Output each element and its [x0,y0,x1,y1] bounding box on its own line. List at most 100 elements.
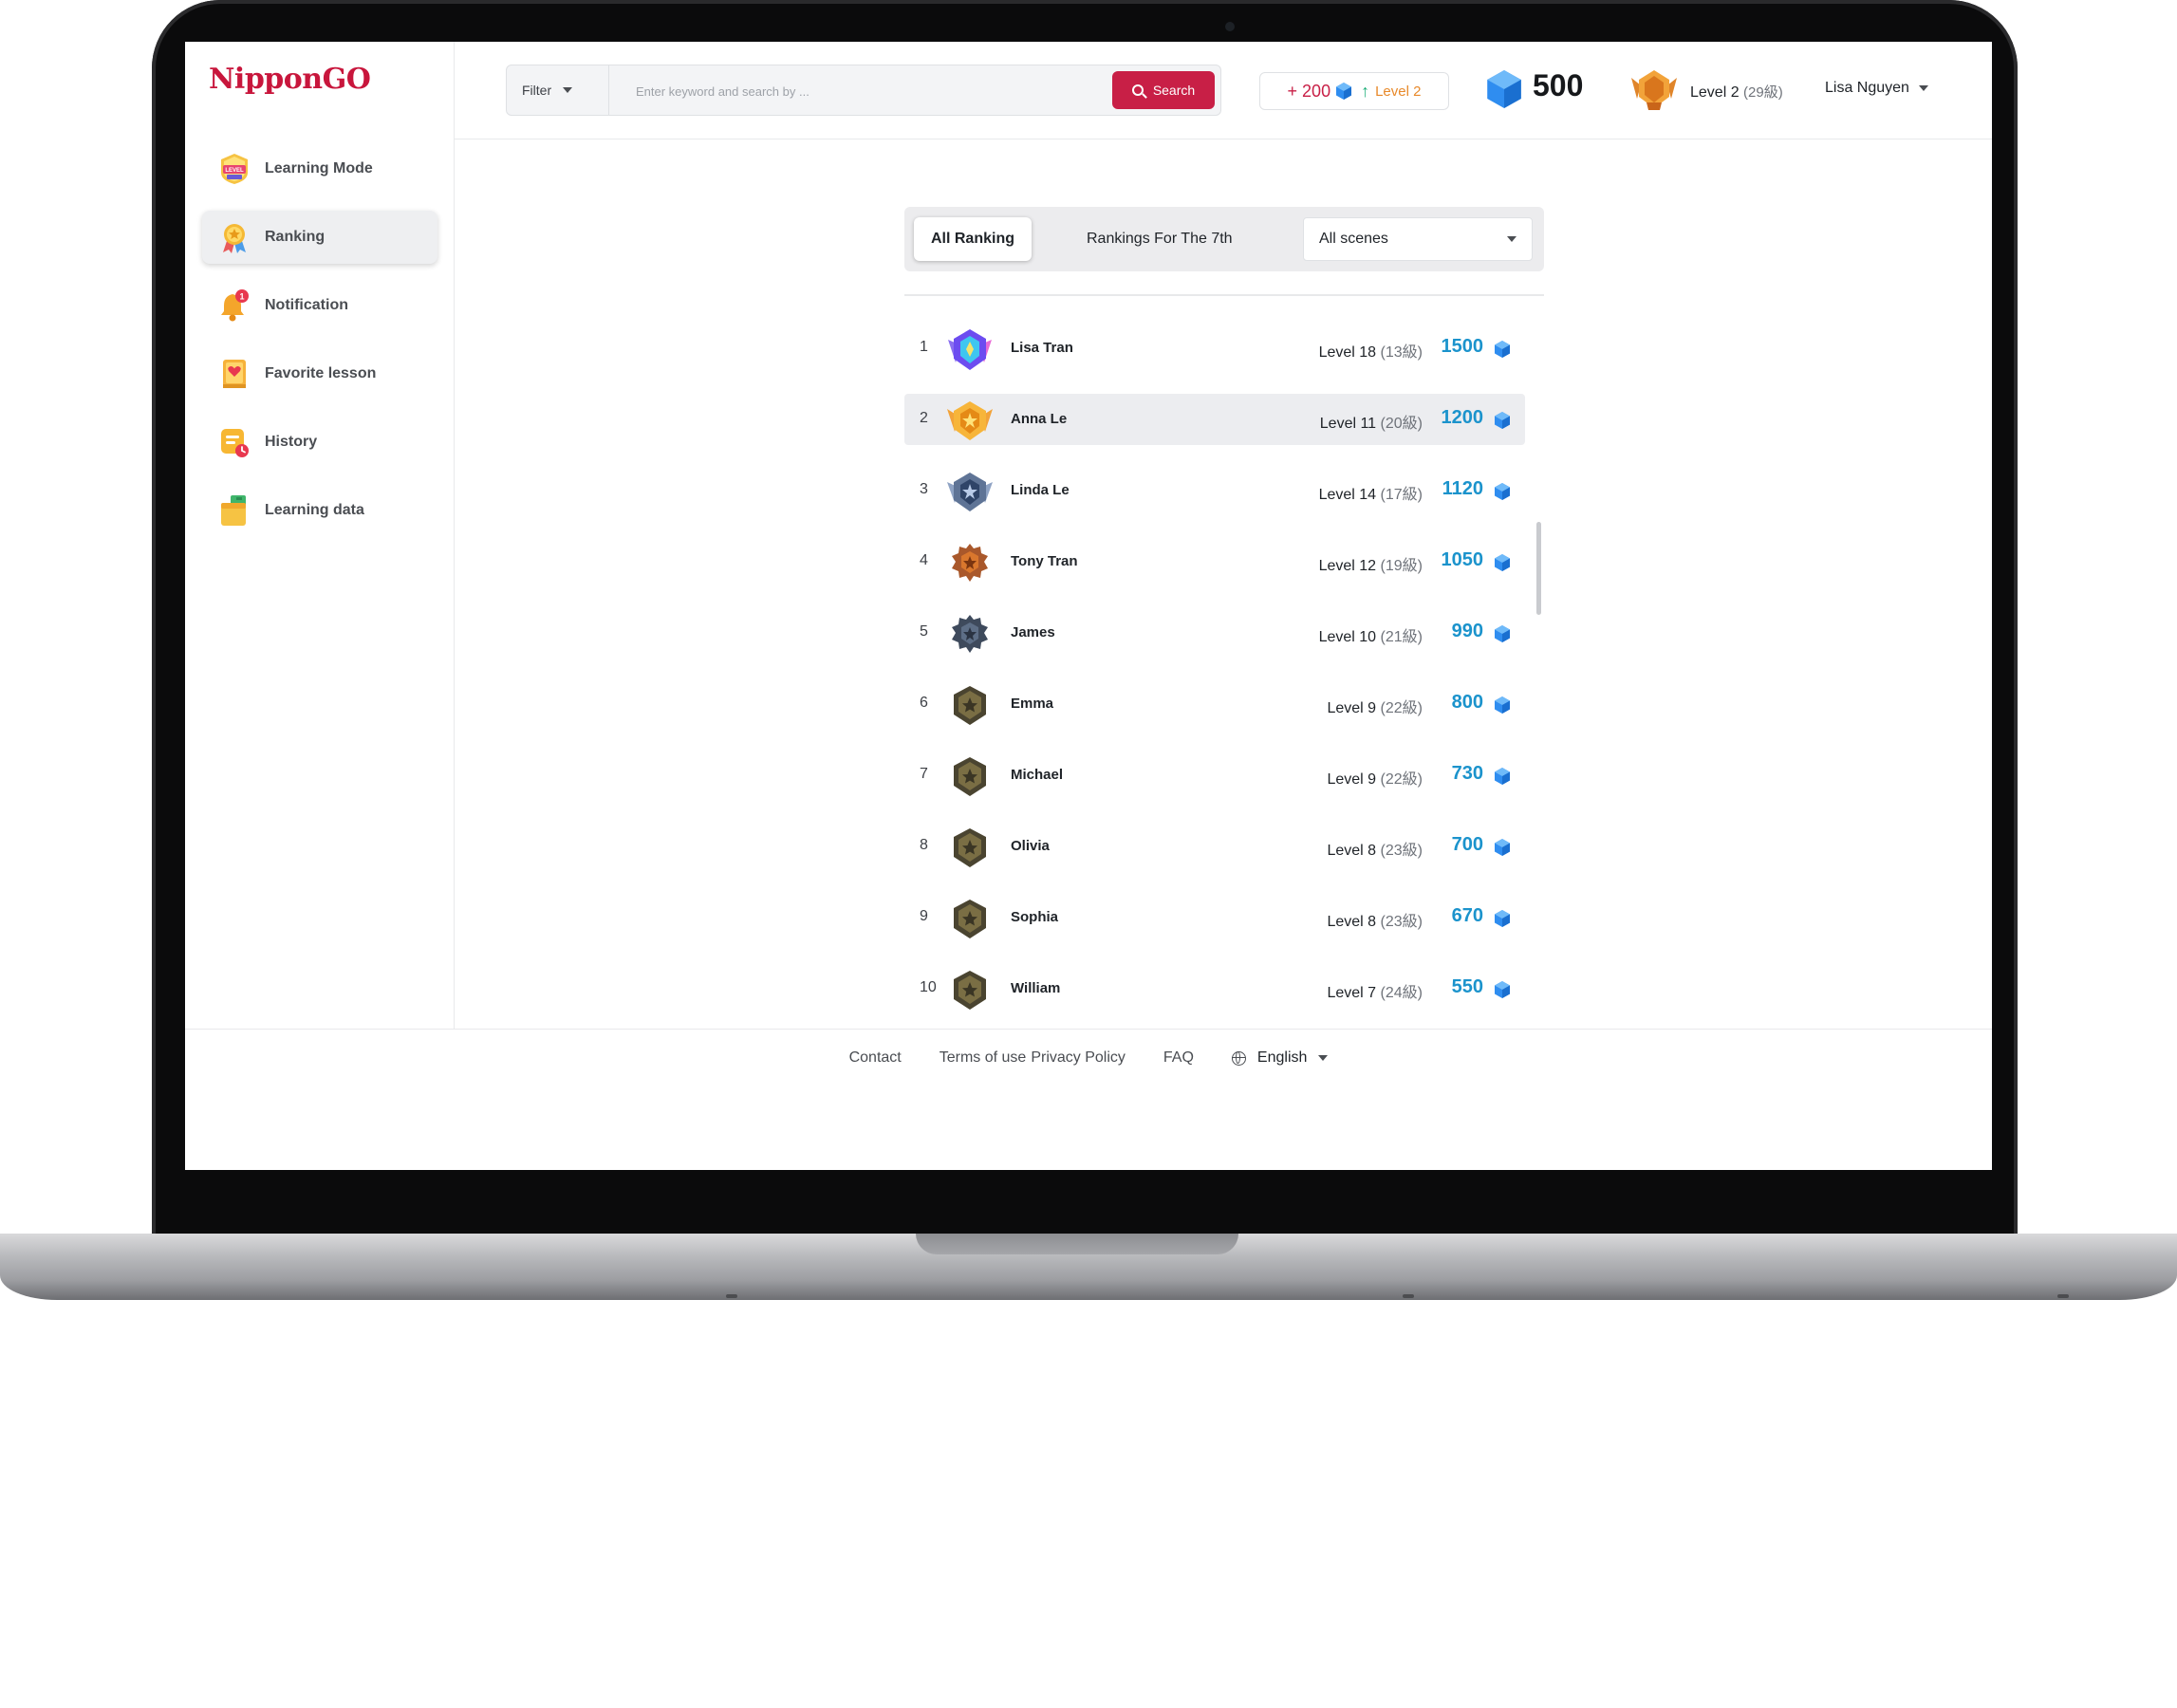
rank-score: 670 [1451,905,1483,926]
divider [904,294,1544,296]
rank-level-value: Level 9 [1327,771,1377,788]
rank-player-name: William [1011,980,1061,996]
gem-icon [1487,70,1521,113]
rank-player-name: Emma [1011,696,1054,712]
laptop-foot [2057,1294,2069,1298]
scene-select[interactable]: All scenes [1303,217,1533,261]
ranking-row[interactable]: 6 Emma Level 9 (22級) 800 [904,678,1525,730]
rank-kyu: (20級) [1380,416,1423,432]
gem-icon [1495,341,1510,362]
learning-data-icon [217,493,251,528]
rank-number: 9 [920,908,928,924]
rank-kyu: (13級) [1380,344,1423,361]
footer-link-contact[interactable]: Contact [849,1049,902,1067]
ranking-tabs: All Ranking Rankings For The 7th All sce… [904,207,1544,271]
rank-number: 5 [920,623,928,640]
rank-score: 550 [1451,976,1483,997]
language-selector[interactable]: English [1231,1049,1329,1067]
bronze-medal-icon [944,540,995,587]
iron-medal-icon [944,896,995,943]
user-menu[interactable]: Lisa Nguyen [1825,80,1928,97]
chevron-down-icon [1318,1055,1329,1061]
gem-icon [1336,83,1352,100]
rank-score: 1200 [1441,407,1484,428]
iron-medal-icon [944,753,995,801]
search-button[interactable]: Search [1112,71,1215,109]
tab-rankings-7th[interactable]: Rankings For The 7th [1087,217,1233,261]
gem-icon [1495,483,1510,505]
gem-count: 500 [1533,68,1584,102]
rank-level: Level 14 (17級) [1319,481,1423,504]
app-screen: NipponGO LEVEL Learning Mode Ranking 1 N… [185,42,1992,1170]
laptop-foot [726,1294,737,1298]
sidebar-item-learning-data[interactable]: Learning data [202,484,437,537]
rank-kyu: (17級) [1380,487,1423,503]
sidebar-item-learning-mode[interactable]: LEVEL Learning Mode [202,142,437,195]
sidebar: NipponGO LEVEL Learning Mode Ranking 1 N… [185,42,455,1029]
rank-level: Level 11 (20級) [1320,410,1423,433]
arrow-up-icon: ↑ [1361,81,1370,101]
scene-select-value: All scenes [1319,231,1388,247]
rank-number: 4 [920,552,928,568]
footer-link-terms[interactable]: Terms of use [940,1049,1027,1067]
gem-icon [1495,625,1510,647]
rank-player-name: Michael [1011,767,1064,783]
tab-all-ranking[interactable]: All Ranking [914,217,1032,261]
ranking-medal-icon [217,220,251,254]
sidebar-item-label: Favorite lesson [265,365,377,381]
ranking-scrollbar[interactable] [1536,522,1541,615]
ranking-row[interactable]: 9 Sophia Level 8 (23級) 670 [904,892,1525,943]
rank-level: Level 12 (19級) [1319,552,1423,575]
sidebar-item-history[interactable]: History [202,416,437,469]
filter-dropdown[interactable]: Filter [507,65,609,115]
rank-score: 700 [1451,834,1483,855]
gem-icon [1495,554,1510,576]
footer-links: Contact Terms of use Privacy Policy FAQ … [185,1030,1992,1086]
sidebar-item-ranking[interactable]: Ranking [202,211,437,264]
ranking-row[interactable]: 7 Michael Level 9 (22級) 730 [904,750,1525,801]
ranking-row[interactable]: 2 Anna Le Level 11 (20級) 1200 [904,394,1525,445]
rank-kyu: (24級) [1380,985,1423,1001]
rank-level-value: Level 8 [1327,914,1377,930]
rank-player-name: James [1011,624,1055,640]
sidebar-item-label: Notification [265,297,348,313]
sidebar-item-label: Ranking [265,229,326,245]
ranking-row[interactable]: 5 James Level 10 (21級) 990 [904,607,1525,659]
ranking-row[interactable]: 10 William Level 7 (24級) 550 [904,963,1525,1014]
sidebar-item-favorite-lesson[interactable]: Favorite lesson [202,347,437,400]
chevron-down-icon [563,87,573,93]
chevron-down-icon [1918,85,1928,91]
search-input[interactable] [609,65,1131,117]
footer: Contact Terms of use Privacy Policy FAQ … [185,1029,1992,1170]
rank-score: 990 [1451,621,1483,641]
sidebar-item-notification[interactable]: 1 Notification [202,279,437,332]
search-button-label: Search [1152,83,1196,98]
ranking-row[interactable]: 8 Olivia Level 8 (23級) 700 [904,821,1525,872]
laptop-foot [1403,1294,1414,1298]
iron-medal-icon [944,825,995,872]
search-bar: Filter Search [506,65,1221,117]
rank-player-name: Sophia [1011,909,1059,925]
diamond-medal-icon [944,326,995,374]
rank-number: 8 [920,837,928,853]
app-logo[interactable]: NipponGO [209,63,371,96]
sidebar-item-label: History [265,434,318,450]
camera-dot [1225,22,1235,31]
reward-points: + 200 [1287,81,1331,101]
ranking-list: 1 Lisa Tran Level 18 (13級) 1500 2 Anna Le Leve… [904,323,1525,1034]
sidebar-item-label: Learning Mode [265,160,373,176]
rank-level: Level 9 (22級) [1327,695,1423,717]
ranking-row[interactable]: 3 Linda Le Level 14 (17級) 1120 [904,465,1525,516]
footer-link-privacy[interactable]: Privacy Policy [1031,1049,1126,1067]
ranking-row[interactable]: 1 Lisa Tran Level 18 (13級) 1500 [904,323,1525,374]
rank-number: 2 [920,410,928,426]
rank-level-value: Level 11 [1319,416,1377,432]
ranking-row[interactable]: 4 Tony Tran Level 12 (19級) 1050 [904,536,1525,587]
platinum-medal-icon [944,469,995,516]
rank-level: Level 18 (13級) [1319,339,1423,362]
favorite-book-icon [217,357,251,391]
footer-link-faq[interactable]: FAQ [1163,1049,1194,1067]
reward-chip[interactable]: + 200 ↑ Level 2 [1259,72,1449,110]
rank-score: 1050 [1441,549,1484,570]
svg-text:LEVEL: LEVEL [225,168,244,174]
